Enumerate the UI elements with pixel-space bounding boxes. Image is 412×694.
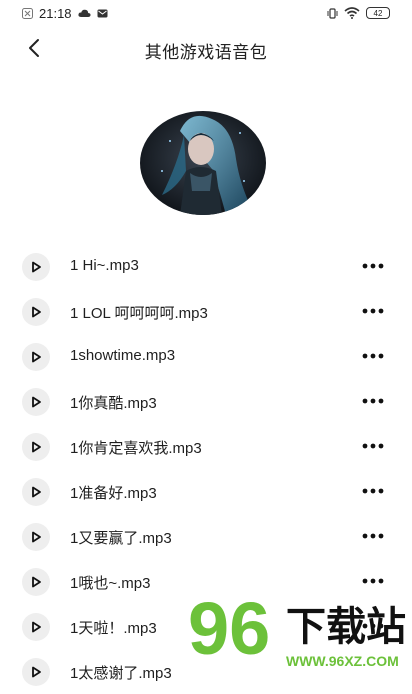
more-button[interactable]	[358, 480, 388, 502]
play-button[interactable]	[22, 298, 50, 326]
logo-digits: 96	[188, 592, 270, 670]
more-button[interactable]	[358, 255, 388, 277]
list-item[interactable]: 1你肯定喜欢我.mp3	[0, 424, 412, 469]
play-icon	[32, 576, 41, 588]
play-button[interactable]	[22, 613, 50, 641]
sound-name: 1天啦！.mp3	[70, 620, 157, 637]
list-item[interactable]: 1你真酷.mp3	[0, 379, 412, 424]
more-dots-icon	[362, 398, 384, 404]
play-icon	[32, 486, 41, 498]
sound-name: 1准备好.mp3	[70, 485, 157, 502]
watermark-logo-image: 96 下载站 WWW.96XZ.COM	[188, 587, 406, 670]
more-button[interactable]	[358, 570, 388, 592]
more-dots-icon	[362, 263, 384, 269]
more-dots-icon	[362, 308, 384, 314]
more-dots-icon	[362, 443, 384, 449]
status-bar-right: 42	[327, 7, 390, 19]
play-button[interactable]	[22, 658, 50, 686]
page-title: 其他游戏语音包	[144, 43, 268, 62]
sound-name: 1你真酷.mp3	[70, 395, 157, 412]
status-bar-left: 21:18	[22, 6, 108, 21]
wifi-icon	[344, 7, 360, 19]
cloud-icon	[77, 9, 91, 17]
sound-name: 1又要赢了.mp3	[70, 530, 172, 547]
play-button[interactable]	[22, 388, 50, 416]
play-icon	[32, 351, 41, 363]
more-button[interactable]	[358, 300, 388, 322]
list-item[interactable]: 1 LOL 呵呵呵呵.mp3	[0, 289, 412, 334]
play-button[interactable]	[22, 478, 50, 506]
list-item[interactable]: 1showtime.mp3	[0, 334, 412, 379]
more-dots-icon	[362, 353, 384, 359]
sound-name: 1哦也~.mp3	[70, 575, 151, 592]
play-icon	[32, 396, 41, 408]
play-button[interactable]	[22, 343, 50, 371]
sound-name: 1 Hi~.mp3	[70, 257, 139, 274]
more-dots-icon	[362, 533, 384, 539]
list-item[interactable]: 1准备好.mp3	[0, 469, 412, 514]
play-icon	[32, 261, 41, 273]
status-bar: 21:18 42	[0, 0, 412, 26]
sound-name: 1太感谢了.mp3	[70, 665, 172, 682]
logo-url: WWW.96XZ.COM	[286, 653, 399, 669]
sound-name: 1showtime.mp3	[70, 347, 176, 364]
list-item[interactable]: 1又要赢了.mp3	[0, 514, 412, 559]
play-icon	[32, 441, 41, 453]
list-item[interactable]: 1 Hi~.mp3	[0, 244, 412, 289]
play-button[interactable]	[22, 253, 50, 281]
nav-bar: 其他游戏语音包	[0, 30, 412, 66]
more-button[interactable]	[358, 435, 388, 457]
play-button[interactable]	[22, 568, 50, 596]
avatar-image	[140, 111, 266, 215]
status-time: 21:18	[39, 5, 72, 21]
play-icon	[32, 666, 41, 678]
vibrate-icon	[327, 7, 338, 19]
more-dots-icon	[362, 488, 384, 494]
play-icon	[32, 621, 41, 633]
sound-name: 1 LOL 呵呵呵呵.mp3	[70, 305, 208, 322]
avatar	[140, 111, 266, 215]
watermark-logo: 96 下载站 WWW.96XZ.COM	[186, 587, 412, 674]
sound-name: 1你肯定喜欢我.mp3	[70, 440, 202, 457]
message-icon	[97, 9, 108, 17]
play-icon	[32, 531, 41, 543]
play-button[interactable]	[22, 433, 50, 461]
more-dots-icon	[362, 578, 384, 584]
logo-text: 下载站	[286, 604, 406, 650]
more-button[interactable]	[358, 525, 388, 547]
more-button[interactable]	[358, 345, 388, 367]
play-icon	[32, 306, 41, 318]
notification-icon	[22, 7, 33, 19]
more-button[interactable]	[358, 390, 388, 412]
play-button[interactable]	[22, 523, 50, 551]
battery-icon: 42	[366, 7, 390, 19]
